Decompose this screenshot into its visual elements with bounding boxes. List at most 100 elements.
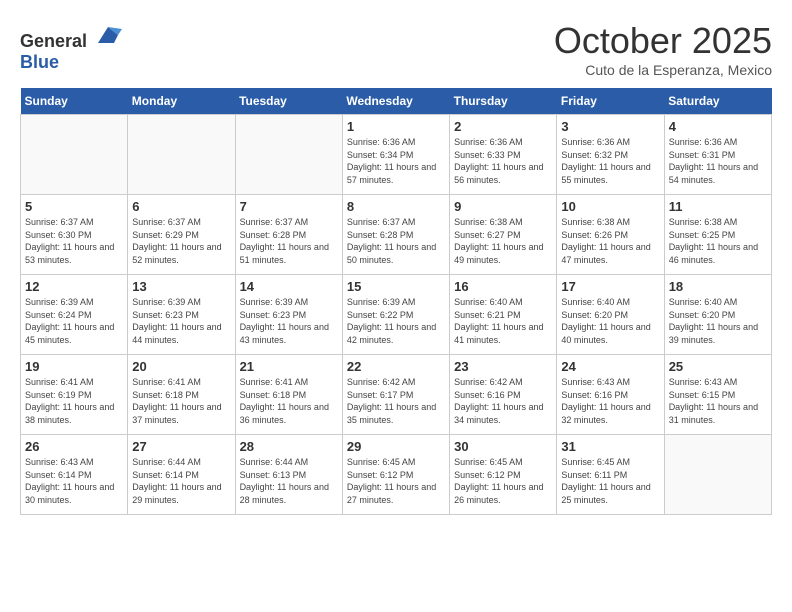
day-cell: 31 Sunrise: 6:45 AM Sunset: 6:11 PM Dayli… [557, 435, 664, 515]
day-number: 3 [561, 119, 659, 134]
day-info: Sunrise: 6:43 AM Sunset: 6:15 PM Dayligh… [669, 376, 767, 426]
day-info: Sunrise: 6:36 AM Sunset: 6:33 PM Dayligh… [454, 136, 552, 186]
day-cell: 9Sunrise: 6:38 AM Sunset: 6:27 PM Daylig… [450, 195, 557, 275]
day-info: Sunrise: 6:37 AM Sunset: 6:28 PM Dayligh… [240, 216, 338, 266]
day-info: Sunrise: 6:44 AM Sunset: 6:13 PM Dayligh… [240, 456, 338, 506]
day-cell: 15 Sunrise: 6:39 AM Sunset: 6:22 PM Dayli… [342, 275, 449, 355]
day-number: 7 [240, 199, 338, 214]
day-info: Sunrise: 6:39 AM Sunset: 6:23 PM Dayligh… [132, 296, 230, 346]
day-info: Sunrise: 6:40 AM Sunset: 6:21 PM Dayligh… [454, 296, 552, 346]
weekday-header-friday: Friday [557, 88, 664, 115]
day-number: 29 [347, 439, 445, 454]
day-cell: 11 Sunrise: 6:38 AM Sunset: 6:25 PM Dayli… [664, 195, 771, 275]
logo-text: General Blue [20, 25, 122, 73]
day-cell: 23Sunrise: 6:42 AM Sunset: 6:16 PM Dayli… [450, 355, 557, 435]
weekday-header-saturday: Saturday [664, 88, 771, 115]
week-row-1: 5Sunrise: 6:37 AM Sunset: 6:30 PM Daylig… [21, 195, 772, 275]
day-number: 22 [347, 359, 445, 374]
day-number: 4 [669, 119, 767, 134]
day-number: 16 [454, 279, 552, 294]
day-cell: 17 Sunrise: 6:40 AM Sunset: 6:20 PM Dayli… [557, 275, 664, 355]
day-info: Sunrise: 6:37 AM Sunset: 6:28 PM Dayligh… [347, 216, 445, 266]
day-cell [664, 435, 771, 515]
day-info: Sunrise: 6:39 AM Sunset: 6:22 PM Dayligh… [347, 296, 445, 346]
day-number: 23 [454, 359, 552, 374]
day-number: 24 [561, 359, 659, 374]
day-number: 11 [669, 199, 767, 214]
day-info: Sunrise: 6:44 AM Sunset: 6:14 PM Dayligh… [132, 456, 230, 506]
day-cell: 24 Sunrise: 6:43 AM Sunset: 6:16 PM Dayli… [557, 355, 664, 435]
day-cell: 5Sunrise: 6:37 AM Sunset: 6:30 PM Daylig… [21, 195, 128, 275]
day-info: Sunrise: 6:42 AM Sunset: 6:17 PM Dayligh… [347, 376, 445, 426]
day-cell: 14Sunrise: 6:39 AM Sunset: 6:23 PM Dayli… [235, 275, 342, 355]
day-cell: 22 Sunrise: 6:42 AM Sunset: 6:17 PM Dayli… [342, 355, 449, 435]
day-number: 28 [240, 439, 338, 454]
day-cell [21, 115, 128, 195]
weekday-header-thursday: Thursday [450, 88, 557, 115]
day-info: Sunrise: 6:36 AM Sunset: 6:31 PM Dayligh… [669, 136, 767, 186]
week-row-4: 26 Sunrise: 6:43 AM Sunset: 6:14 PM Dayli… [21, 435, 772, 515]
day-info: Sunrise: 6:40 AM Sunset: 6:20 PM Dayligh… [561, 296, 659, 346]
day-info: Sunrise: 6:38 AM Sunset: 6:25 PM Dayligh… [669, 216, 767, 266]
day-cell: 26 Sunrise: 6:43 AM Sunset: 6:14 PM Dayli… [21, 435, 128, 515]
weekday-header-sunday: Sunday [21, 88, 128, 115]
day-info: Sunrise: 6:41 AM Sunset: 6:18 PM Dayligh… [132, 376, 230, 426]
weekday-header-tuesday: Tuesday [235, 88, 342, 115]
day-cell [128, 115, 235, 195]
day-number: 6 [132, 199, 230, 214]
day-cell: 7 Sunrise: 6:37 AM Sunset: 6:28 PM Daylig… [235, 195, 342, 275]
day-info: Sunrise: 6:41 AM Sunset: 6:18 PM Dayligh… [240, 376, 338, 426]
day-number: 2 [454, 119, 552, 134]
day-info: Sunrise: 6:37 AM Sunset: 6:29 PM Dayligh… [132, 216, 230, 266]
day-cell: 3 Sunrise: 6:36 AM Sunset: 6:32 PM Daylig… [557, 115, 664, 195]
week-row-0: 1 Sunrise: 6:36 AM Sunset: 6:34 PM Daylig… [21, 115, 772, 195]
day-cell: 28 Sunrise: 6:44 AM Sunset: 6:13 PM Dayli… [235, 435, 342, 515]
calendar-subtitle: Cuto de la Esperanza, Mexico [554, 62, 772, 78]
day-cell: 21 Sunrise: 6:41 AM Sunset: 6:18 PM Dayli… [235, 355, 342, 435]
day-number: 21 [240, 359, 338, 374]
day-cell [235, 115, 342, 195]
day-cell: 4 Sunrise: 6:36 AM Sunset: 6:31 PM Daylig… [664, 115, 771, 195]
day-number: 17 [561, 279, 659, 294]
day-info: Sunrise: 6:38 AM Sunset: 6:26 PM Dayligh… [561, 216, 659, 266]
day-cell: 20Sunrise: 6:41 AM Sunset: 6:18 PM Dayli… [128, 355, 235, 435]
logo-blue: Blue [20, 52, 59, 72]
day-info: Sunrise: 6:37 AM Sunset: 6:30 PM Dayligh… [25, 216, 123, 266]
day-cell: 18 Sunrise: 6:40 AM Sunset: 6:20 PM Dayli… [664, 275, 771, 355]
day-number: 25 [669, 359, 767, 374]
day-number: 18 [669, 279, 767, 294]
day-info: Sunrise: 6:45 AM Sunset: 6:11 PM Dayligh… [561, 456, 659, 506]
header: General Blue October 2025 Cuto de la Esp… [20, 20, 772, 78]
day-info: Sunrise: 6:36 AM Sunset: 6:34 PM Dayligh… [347, 136, 445, 186]
day-cell: 10 Sunrise: 6:38 AM Sunset: 6:26 PM Dayli… [557, 195, 664, 275]
day-info: Sunrise: 6:43 AM Sunset: 6:16 PM Dayligh… [561, 376, 659, 426]
day-number: 13 [132, 279, 230, 294]
title-area: October 2025 Cuto de la Esperanza, Mexic… [554, 20, 772, 78]
day-number: 10 [561, 199, 659, 214]
day-number: 15 [347, 279, 445, 294]
day-info: Sunrise: 6:43 AM Sunset: 6:14 PM Dayligh… [25, 456, 123, 506]
day-cell: 8 Sunrise: 6:37 AM Sunset: 6:28 PM Daylig… [342, 195, 449, 275]
day-cell: 1 Sunrise: 6:36 AM Sunset: 6:34 PM Daylig… [342, 115, 449, 195]
day-cell: 29 Sunrise: 6:45 AM Sunset: 6:12 PM Dayli… [342, 435, 449, 515]
day-info: Sunrise: 6:40 AM Sunset: 6:20 PM Dayligh… [669, 296, 767, 346]
calendar-title: October 2025 [554, 20, 772, 62]
day-number: 8 [347, 199, 445, 214]
day-info: Sunrise: 6:36 AM Sunset: 6:32 PM Dayligh… [561, 136, 659, 186]
day-number: 1 [347, 119, 445, 134]
logo: General Blue [20, 25, 122, 73]
weekday-header-row: SundayMondayTuesdayWednesdayThursdayFrid… [21, 88, 772, 115]
logo-icon [94, 25, 122, 47]
day-number: 31 [561, 439, 659, 454]
day-number: 9 [454, 199, 552, 214]
day-number: 19 [25, 359, 123, 374]
day-cell: 27Sunrise: 6:44 AM Sunset: 6:14 PM Dayli… [128, 435, 235, 515]
day-info: Sunrise: 6:45 AM Sunset: 6:12 PM Dayligh… [347, 456, 445, 506]
day-cell: 25 Sunrise: 6:43 AM Sunset: 6:15 PM Dayli… [664, 355, 771, 435]
day-cell: 30Sunrise: 6:45 AM Sunset: 6:12 PM Dayli… [450, 435, 557, 515]
logo-general: General [20, 31, 87, 51]
day-info: Sunrise: 6:41 AM Sunset: 6:19 PM Dayligh… [25, 376, 123, 426]
day-number: 26 [25, 439, 123, 454]
day-number: 30 [454, 439, 552, 454]
day-number: 14 [240, 279, 338, 294]
